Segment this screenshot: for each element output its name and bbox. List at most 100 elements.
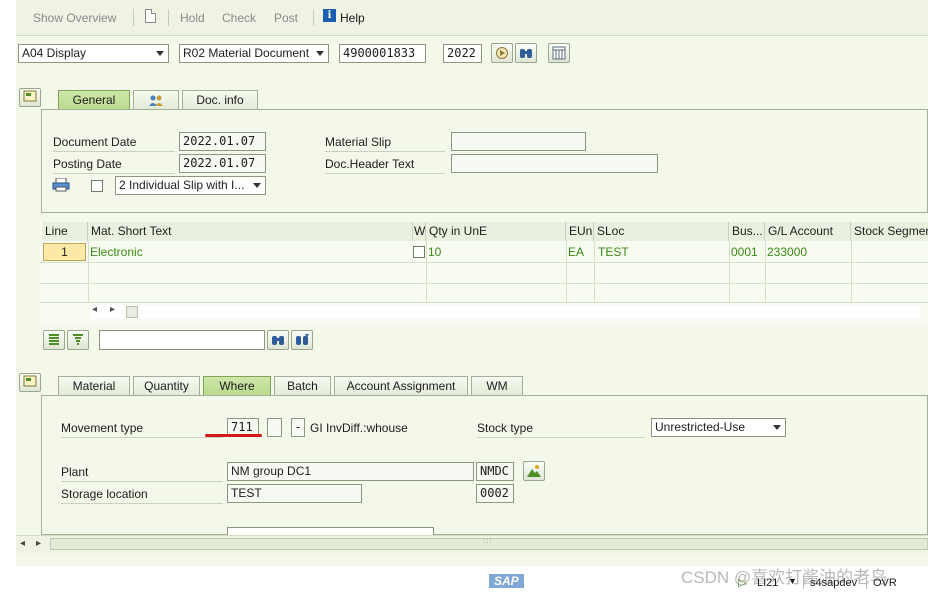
- tab-material[interactable]: Material: [58, 376, 130, 396]
- column-header-gl-account[interactable]: G/L Account: [765, 222, 851, 241]
- plant-name-field[interactable]: NM group DC1: [227, 462, 474, 481]
- posting-date-label: Posting Date: [53, 155, 175, 174]
- material-slip-field[interactable]: [451, 132, 586, 151]
- help-button[interactable]: Help: [340, 11, 365, 25]
- execute-icon[interactable]: [491, 43, 513, 63]
- chevron-down-icon: [156, 51, 164, 56]
- find-icon[interactable]: [515, 43, 537, 63]
- find-next-icon[interactable]: [291, 330, 313, 350]
- column-header-qty[interactable]: Qty in UnE: [426, 222, 566, 241]
- table-settings-icon[interactable]: [548, 43, 570, 63]
- find-icon[interactable]: [267, 330, 289, 350]
- row-divider: [40, 262, 928, 263]
- reference-value: R02 Material Document: [183, 46, 310, 60]
- play-icon[interactable]: ▷: [738, 576, 746, 589]
- print-version-dropdown[interactable]: 2 Individual Slip with I...: [115, 176, 266, 195]
- printer-icon[interactable]: [52, 177, 70, 192]
- storage-location-name-field[interactable]: TEST: [227, 484, 362, 503]
- collapse-header-icon[interactable]: [19, 88, 41, 107]
- column-header-line[interactable]: Line: [42, 222, 88, 241]
- sap-logo: SAP: [489, 574, 524, 588]
- row-bus: 0001: [731, 245, 758, 259]
- insert-mode: OVR: [873, 577, 897, 589]
- chevron-down-icon[interactable]: ▼: [788, 576, 797, 586]
- status-divider: [803, 575, 804, 589]
- stock-type-label: Stock type: [477, 419, 645, 438]
- table-search-input[interactable]: [99, 330, 265, 350]
- row-divider: [40, 283, 928, 284]
- column-header-sloc[interactable]: SLoc: [594, 222, 729, 241]
- scroll-left-icon[interactable]: ◂: [92, 304, 97, 315]
- tab-wm[interactable]: WM: [471, 376, 523, 396]
- row-gl-account: 233000: [767, 245, 808, 259]
- scroll-track[interactable]: :::: [50, 536, 928, 550]
- action-dropdown[interactable]: A04 Display: [18, 44, 169, 63]
- post-button[interactable]: Post: [274, 11, 298, 25]
- posting-date-field[interactable]: 2022.01.07: [179, 154, 266, 173]
- doc-header-text-label: Doc.Header Text: [325, 155, 445, 174]
- row-divider: [40, 302, 928, 303]
- status-divider: [866, 575, 867, 589]
- scroll-thumb[interactable]: [126, 306, 138, 318]
- tab-quantity[interactable]: Quantity: [133, 376, 200, 396]
- transaction-code: LI21: [757, 577, 779, 589]
- horizontal-scrollbar[interactable]: ◂ ▸: [90, 304, 920, 319]
- toolbar-separator: [133, 9, 134, 26]
- action-value: A04 Display: [22, 46, 87, 60]
- chevron-down-icon: [253, 183, 261, 188]
- deselect-all-icon[interactable]: [67, 330, 89, 350]
- check-button[interactable]: Check: [222, 11, 256, 25]
- chevron-down-icon: [316, 51, 324, 56]
- red-annotation-underline: [205, 434, 262, 437]
- show-overview-button[interactable]: Show Overview: [33, 11, 116, 25]
- row-line-number[interactable]: 1: [43, 243, 86, 261]
- year-field[interactable]: 2022: [443, 44, 482, 63]
- tab-batch[interactable]: Batch: [274, 376, 331, 396]
- tab-general[interactable]: General: [58, 90, 130, 110]
- scroll-left-icon[interactable]: ◂: [20, 538, 25, 549]
- plant-code-field[interactable]: NMDC: [476, 462, 514, 481]
- special-stock-field[interactable]: [267, 418, 282, 437]
- scroll-right-icon[interactable]: ▸: [36, 538, 41, 549]
- column-header-stock-segment[interactable]: Stock Segment: [851, 222, 928, 241]
- document-icon[interactable]: [145, 9, 156, 23]
- scroll-right-icon[interactable]: ▸: [110, 304, 115, 315]
- doc-header-text-field[interactable]: [451, 154, 658, 173]
- stock-type-value: Unrestricted-Use: [655, 420, 746, 434]
- row-mat-short-text: Electronic: [90, 245, 143, 259]
- tab-account-assignment[interactable]: Account Assignment: [334, 376, 468, 396]
- column-header-eun[interactable]: EUn: [566, 222, 594, 241]
- column-header-bus[interactable]: Bus...: [729, 222, 765, 241]
- storage-location-code-field[interactable]: 0002: [476, 484, 514, 503]
- column-header-w[interactable]: W: [413, 222, 426, 241]
- doc-number-field[interactable]: 4900001833: [339, 44, 426, 63]
- document-date-field[interactable]: 2022.01.07: [179, 132, 266, 151]
- storage-location-label: Storage location: [61, 485, 223, 504]
- column-divider: [851, 241, 852, 303]
- collapse-detail-icon[interactable]: [19, 373, 41, 392]
- tab-partner[interactable]: [133, 90, 179, 110]
- chevron-down-icon: [773, 425, 781, 430]
- print-checkbox[interactable]: [91, 180, 103, 192]
- material-slip-label: Material Slip: [325, 133, 445, 152]
- row-w-checkbox[interactable]: [413, 246, 425, 258]
- tab-doc-info[interactable]: Doc. info: [182, 90, 258, 110]
- column-divider: [594, 241, 595, 303]
- row-eun: EA: [568, 245, 585, 259]
- reference-dropdown[interactable]: R02 Material Document: [179, 44, 329, 63]
- scroll-grip: :::: [483, 536, 493, 545]
- direction-field[interactable]: -: [291, 418, 305, 437]
- document-date-label: Document Date: [53, 133, 175, 152]
- hold-button[interactable]: Hold: [180, 11, 205, 25]
- system-name: s4sapdev: [810, 577, 858, 589]
- plant-address-icon[interactable]: [523, 461, 545, 481]
- column-header-mat-short-text[interactable]: Mat. Short Text: [88, 222, 413, 241]
- tab-where[interactable]: Where: [203, 376, 271, 396]
- select-all-icon[interactable]: [43, 330, 65, 350]
- info-icon[interactable]: i: [323, 9, 336, 22]
- row-qty: 10: [428, 245, 442, 259]
- print-version-value: 2 Individual Slip with I...: [119, 178, 245, 192]
- stock-type-dropdown[interactable]: Unrestricted-Use: [651, 418, 786, 437]
- row-sloc: TEST: [598, 245, 629, 259]
- movement-description: GI InvDiff.:whouse: [310, 421, 408, 435]
